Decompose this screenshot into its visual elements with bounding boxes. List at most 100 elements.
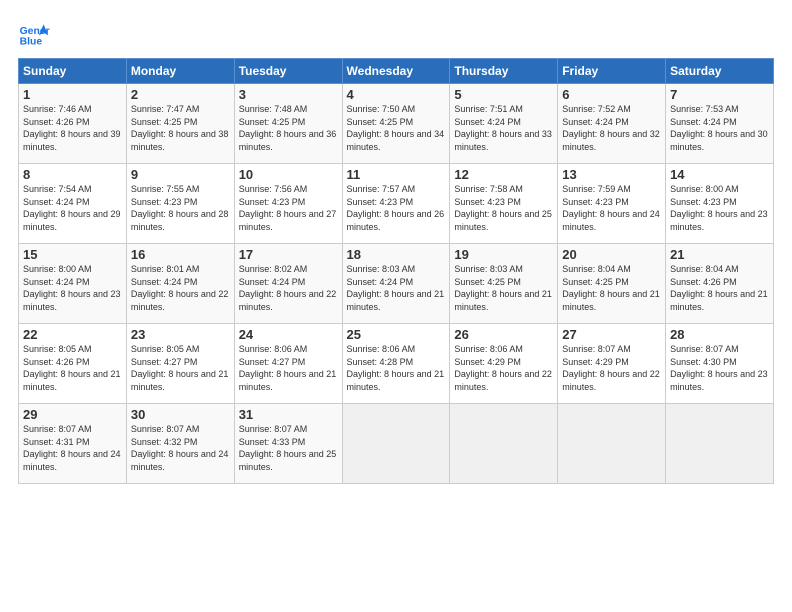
- calendar-cell: 13Sunrise: 7:59 AMSunset: 4:23 PMDayligh…: [558, 164, 666, 244]
- day-info: Sunrise: 7:56 AMSunset: 4:23 PMDaylight:…: [239, 183, 338, 233]
- svg-text:Blue: Blue: [20, 36, 43, 47]
- weekday-header: Saturday: [666, 59, 774, 84]
- calendar-week-row: 1Sunrise: 7:46 AMSunset: 4:26 PMDaylight…: [19, 84, 774, 164]
- day-number: 30: [131, 407, 230, 422]
- day-number: 13: [562, 167, 661, 182]
- calendar-cell: 22Sunrise: 8:05 AMSunset: 4:26 PMDayligh…: [19, 324, 127, 404]
- calendar-cell: 12Sunrise: 7:58 AMSunset: 4:23 PMDayligh…: [450, 164, 558, 244]
- day-number: 27: [562, 327, 661, 342]
- weekday-header: Sunday: [19, 59, 127, 84]
- day-number: 5: [454, 87, 553, 102]
- day-info: Sunrise: 8:06 AMSunset: 4:29 PMDaylight:…: [454, 343, 553, 393]
- day-info: Sunrise: 7:50 AMSunset: 4:25 PMDaylight:…: [347, 103, 446, 153]
- calendar-cell: 17Sunrise: 8:02 AMSunset: 4:24 PMDayligh…: [234, 244, 342, 324]
- day-number: 21: [670, 247, 769, 262]
- calendar-cell: 18Sunrise: 8:03 AMSunset: 4:24 PMDayligh…: [342, 244, 450, 324]
- day-number: 10: [239, 167, 338, 182]
- calendar-cell: 26Sunrise: 8:06 AMSunset: 4:29 PMDayligh…: [450, 324, 558, 404]
- calendar-cell: 2Sunrise: 7:47 AMSunset: 4:25 PMDaylight…: [126, 84, 234, 164]
- day-info: Sunrise: 7:57 AMSunset: 4:23 PMDaylight:…: [347, 183, 446, 233]
- day-number: 14: [670, 167, 769, 182]
- calendar-cell: 10Sunrise: 7:56 AMSunset: 4:23 PMDayligh…: [234, 164, 342, 244]
- day-info: Sunrise: 8:04 AMSunset: 4:25 PMDaylight:…: [562, 263, 661, 313]
- weekday-header: Thursday: [450, 59, 558, 84]
- calendar-cell: 7Sunrise: 7:53 AMSunset: 4:24 PMDaylight…: [666, 84, 774, 164]
- day-info: Sunrise: 7:53 AMSunset: 4:24 PMDaylight:…: [670, 103, 769, 153]
- day-number: 22: [23, 327, 122, 342]
- day-number: 11: [347, 167, 446, 182]
- day-info: Sunrise: 8:00 AMSunset: 4:23 PMDaylight:…: [670, 183, 769, 233]
- calendar-cell: 4Sunrise: 7:50 AMSunset: 4:25 PMDaylight…: [342, 84, 450, 164]
- day-number: 2: [131, 87, 230, 102]
- day-info: Sunrise: 8:05 AMSunset: 4:26 PMDaylight:…: [23, 343, 122, 393]
- day-number: 26: [454, 327, 553, 342]
- calendar-week-row: 8Sunrise: 7:54 AMSunset: 4:24 PMDaylight…: [19, 164, 774, 244]
- day-info: Sunrise: 7:59 AMSunset: 4:23 PMDaylight:…: [562, 183, 661, 233]
- day-number: 28: [670, 327, 769, 342]
- day-info: Sunrise: 7:47 AMSunset: 4:25 PMDaylight:…: [131, 103, 230, 153]
- calendar-cell: 31Sunrise: 8:07 AMSunset: 4:33 PMDayligh…: [234, 404, 342, 484]
- day-number: 29: [23, 407, 122, 422]
- day-number: 31: [239, 407, 338, 422]
- calendar-cell: 20Sunrise: 8:04 AMSunset: 4:25 PMDayligh…: [558, 244, 666, 324]
- calendar-cell: 8Sunrise: 7:54 AMSunset: 4:24 PMDaylight…: [19, 164, 127, 244]
- calendar-cell: 19Sunrise: 8:03 AMSunset: 4:25 PMDayligh…: [450, 244, 558, 324]
- weekday-header: Monday: [126, 59, 234, 84]
- calendar-cell: 14Sunrise: 8:00 AMSunset: 4:23 PMDayligh…: [666, 164, 774, 244]
- day-number: 7: [670, 87, 769, 102]
- day-number: 25: [347, 327, 446, 342]
- day-number: 12: [454, 167, 553, 182]
- day-info: Sunrise: 7:46 AMSunset: 4:26 PMDaylight:…: [23, 103, 122, 153]
- day-info: Sunrise: 8:03 AMSunset: 4:25 PMDaylight:…: [454, 263, 553, 313]
- day-info: Sunrise: 7:48 AMSunset: 4:25 PMDaylight:…: [239, 103, 338, 153]
- day-info: Sunrise: 8:07 AMSunset: 4:32 PMDaylight:…: [131, 423, 230, 473]
- calendar-cell: [342, 404, 450, 484]
- day-number: 24: [239, 327, 338, 342]
- day-info: Sunrise: 7:51 AMSunset: 4:24 PMDaylight:…: [454, 103, 553, 153]
- calendar-week-row: 29Sunrise: 8:07 AMSunset: 4:31 PMDayligh…: [19, 404, 774, 484]
- day-number: 1: [23, 87, 122, 102]
- day-info: Sunrise: 7:54 AMSunset: 4:24 PMDaylight:…: [23, 183, 122, 233]
- weekday-header: Tuesday: [234, 59, 342, 84]
- day-info: Sunrise: 8:07 AMSunset: 4:30 PMDaylight:…: [670, 343, 769, 393]
- day-info: Sunrise: 8:07 AMSunset: 4:33 PMDaylight:…: [239, 423, 338, 473]
- calendar-cell: 5Sunrise: 7:51 AMSunset: 4:24 PMDaylight…: [450, 84, 558, 164]
- calendar-week-row: 22Sunrise: 8:05 AMSunset: 4:26 PMDayligh…: [19, 324, 774, 404]
- day-number: 19: [454, 247, 553, 262]
- calendar-cell: 6Sunrise: 7:52 AMSunset: 4:24 PMDaylight…: [558, 84, 666, 164]
- calendar-cell: 9Sunrise: 7:55 AMSunset: 4:23 PMDaylight…: [126, 164, 234, 244]
- day-info: Sunrise: 8:01 AMSunset: 4:24 PMDaylight:…: [131, 263, 230, 313]
- calendar-cell: 23Sunrise: 8:05 AMSunset: 4:27 PMDayligh…: [126, 324, 234, 404]
- calendar-cell: 29Sunrise: 8:07 AMSunset: 4:31 PMDayligh…: [19, 404, 127, 484]
- day-info: Sunrise: 8:05 AMSunset: 4:27 PMDaylight:…: [131, 343, 230, 393]
- day-info: Sunrise: 8:06 AMSunset: 4:27 PMDaylight:…: [239, 343, 338, 393]
- day-number: 17: [239, 247, 338, 262]
- day-info: Sunrise: 8:07 AMSunset: 4:31 PMDaylight:…: [23, 423, 122, 473]
- weekday-header: Wednesday: [342, 59, 450, 84]
- day-info: Sunrise: 7:55 AMSunset: 4:23 PMDaylight:…: [131, 183, 230, 233]
- day-number: 23: [131, 327, 230, 342]
- calendar-cell: 3Sunrise: 7:48 AMSunset: 4:25 PMDaylight…: [234, 84, 342, 164]
- calendar-cell: 25Sunrise: 8:06 AMSunset: 4:28 PMDayligh…: [342, 324, 450, 404]
- calendar-cell: 21Sunrise: 8:04 AMSunset: 4:26 PMDayligh…: [666, 244, 774, 324]
- day-info: Sunrise: 8:04 AMSunset: 4:26 PMDaylight:…: [670, 263, 769, 313]
- day-number: 18: [347, 247, 446, 262]
- logo: General Blue: [18, 18, 54, 50]
- calendar-table: SundayMondayTuesdayWednesdayThursdayFrid…: [18, 58, 774, 484]
- logo-icon: General Blue: [18, 18, 50, 50]
- day-number: 3: [239, 87, 338, 102]
- page-header: General Blue: [18, 18, 774, 50]
- calendar-cell: 28Sunrise: 8:07 AMSunset: 4:30 PMDayligh…: [666, 324, 774, 404]
- weekday-header: Friday: [558, 59, 666, 84]
- day-number: 4: [347, 87, 446, 102]
- day-info: Sunrise: 8:02 AMSunset: 4:24 PMDaylight:…: [239, 263, 338, 313]
- day-info: Sunrise: 8:03 AMSunset: 4:24 PMDaylight:…: [347, 263, 446, 313]
- calendar-cell: 15Sunrise: 8:00 AMSunset: 4:24 PMDayligh…: [19, 244, 127, 324]
- calendar-cell: 1Sunrise: 7:46 AMSunset: 4:26 PMDaylight…: [19, 84, 127, 164]
- calendar-cell: 11Sunrise: 7:57 AMSunset: 4:23 PMDayligh…: [342, 164, 450, 244]
- day-info: Sunrise: 8:07 AMSunset: 4:29 PMDaylight:…: [562, 343, 661, 393]
- day-info: Sunrise: 7:58 AMSunset: 4:23 PMDaylight:…: [454, 183, 553, 233]
- day-info: Sunrise: 8:06 AMSunset: 4:28 PMDaylight:…: [347, 343, 446, 393]
- calendar-cell: [666, 404, 774, 484]
- day-number: 15: [23, 247, 122, 262]
